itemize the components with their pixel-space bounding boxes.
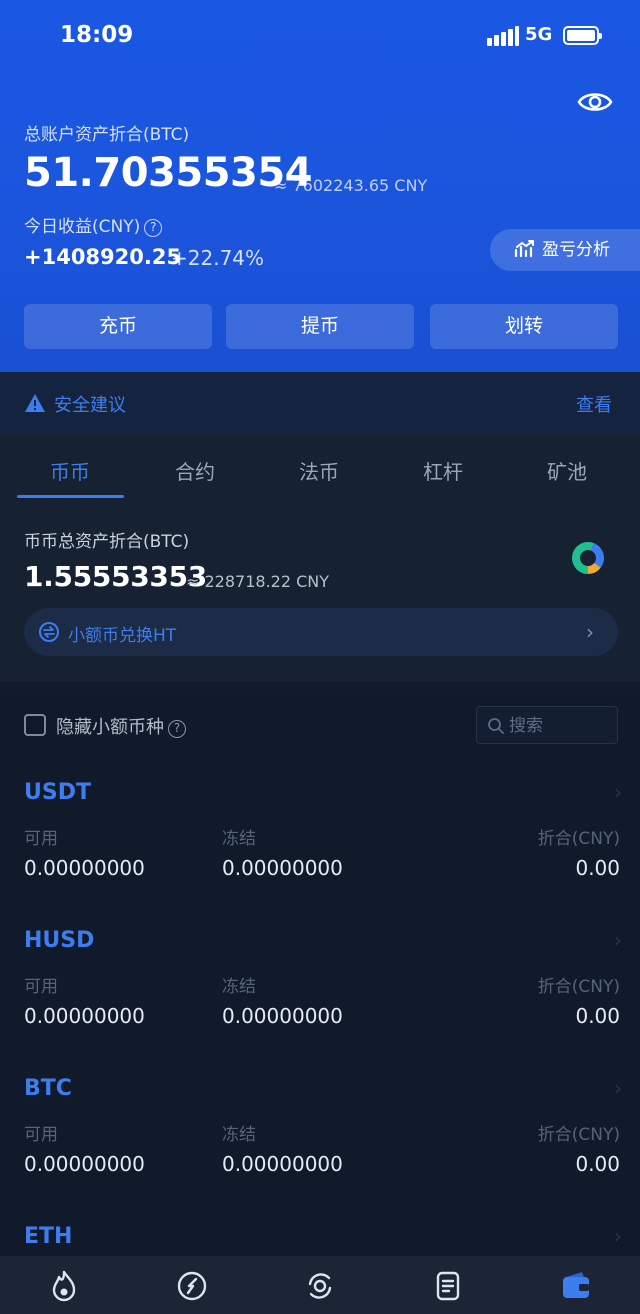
security-view-link[interactable]: 查看: [576, 391, 612, 417]
frozen-label: 冻结: [222, 1125, 256, 1145]
total-assets-value: 51.70355354: [24, 150, 313, 196]
status-bar: 18:09 5G: [0, 0, 640, 72]
chevron-right-icon: ›: [614, 1076, 622, 1100]
chevron-right-icon: ›: [586, 620, 594, 644]
convert-icon: [39, 622, 59, 642]
compass-icon: [177, 1271, 207, 1301]
equiv-value: 0.00: [575, 856, 620, 880]
total-assets-cny: ≈ 7602243.65 CNY: [274, 176, 428, 195]
tab-pool[interactable]: 矿池: [547, 456, 587, 485]
available-label: 可用: [24, 977, 58, 997]
nav-markets[interactable]: [172, 1268, 212, 1314]
frozen-value: 0.00000000: [222, 1004, 343, 1028]
hide-small-label: 隐藏小额币种?: [56, 713, 186, 739]
tab-spot[interactable]: 币币: [50, 456, 90, 485]
withdraw-button[interactable]: 提币: [226, 304, 414, 349]
available-label: 可用: [24, 829, 58, 849]
status-time: 18:09: [60, 22, 134, 48]
available-value: 0.00000000: [24, 1004, 145, 1028]
chart-up-icon: [514, 240, 534, 258]
bottom-tab-bar: [0, 1256, 640, 1314]
available-label: 可用: [24, 1125, 58, 1145]
today-earnings-percent: +22.74%: [171, 246, 265, 270]
battery-icon: [563, 26, 602, 45]
eye-icon[interactable]: [577, 88, 613, 116]
today-earnings-label: 今日收益(CNY)?: [24, 212, 163, 237]
asset-name: USDT: [24, 780, 91, 805]
equiv-label: 折合(CNY): [537, 977, 620, 997]
frozen-label: 冻结: [222, 977, 256, 997]
network-type: 5G: [525, 24, 553, 45]
frozen-value: 0.00000000: [222, 1152, 343, 1176]
spot-assets-label: 币币总资产折合(BTC): [24, 532, 190, 552]
deposit-button[interactable]: 充币: [24, 304, 212, 349]
asset-header: 18:09 5G 总账户资产折合(BTC) 51.70355354 ≈ 7602…: [0, 0, 640, 372]
chevron-right-icon: ›: [614, 780, 622, 804]
nav-orders[interactable]: [428, 1268, 468, 1314]
signal-icon: [487, 26, 519, 46]
today-earnings-value: +1408920.25: [24, 245, 182, 269]
chevron-right-icon: ›: [614, 928, 622, 952]
tab-contract[interactable]: 合约: [175, 456, 215, 485]
asset-list: 隐藏小额币种? USDT › 可用 冻结 折合(CNY) 0.00000000 …: [0, 692, 640, 1256]
asset-name: BTC: [24, 1076, 72, 1101]
asset-row-eth[interactable]: ETH ›: [0, 1224, 640, 1256]
wallet-icon: [563, 1272, 589, 1298]
help-icon[interactable]: ?: [144, 219, 163, 237]
search-icon: [488, 718, 504, 734]
equiv-value: 0.00: [575, 1004, 620, 1028]
warning-icon: [25, 394, 45, 412]
spot-assets-cny: ≈ 228718.22 CNY: [186, 572, 330, 591]
pnl-analysis-label: 盈亏分析: [542, 240, 610, 260]
nav-trade[interactable]: [300, 1268, 340, 1314]
tab-fiat[interactable]: 法币: [299, 456, 339, 485]
small-coin-convert-label: 小额币兑换HT: [68, 626, 177, 646]
hide-small-label-text: 隐藏小额币种: [56, 717, 164, 738]
search-box[interactable]: [476, 706, 618, 744]
nav-assets[interactable]: [556, 1268, 596, 1314]
pie-chart-icon[interactable]: [570, 540, 606, 576]
available-value: 0.00000000: [24, 1152, 145, 1176]
help-icon[interactable]: ?: [168, 720, 186, 738]
available-value: 0.00000000: [24, 856, 145, 880]
frozen-value: 0.00000000: [222, 856, 343, 880]
asset-name: HUSD: [24, 928, 95, 953]
frozen-label: 冻结: [222, 829, 256, 849]
tab-margin[interactable]: 杠杆: [423, 456, 463, 485]
flame-icon: [52, 1270, 76, 1302]
chevron-right-icon: ›: [614, 1224, 622, 1248]
exchange-icon: [308, 1273, 332, 1299]
transfer-button[interactable]: 划转: [430, 304, 618, 349]
asset-row-usdt[interactable]: USDT › 可用 冻结 折合(CNY) 0.00000000 0.000000…: [0, 780, 640, 920]
total-assets-label: 总账户资产折合(BTC): [24, 125, 190, 145]
security-banner[interactable]: 安全建议 查看: [0, 372, 640, 434]
spot-assets-value: 1.55553353: [24, 560, 207, 593]
pnl-analysis-button[interactable]: 盈亏分析: [490, 229, 640, 271]
hide-small-checkbox[interactable]: [24, 714, 46, 736]
document-icon: [436, 1271, 460, 1301]
asset-row-btc[interactable]: BTC › 可用 冻结 折合(CNY) 0.00000000 0.0000000…: [0, 1076, 640, 1216]
equiv-label: 折合(CNY): [537, 829, 620, 849]
active-tab-indicator: [17, 495, 124, 498]
asset-row-husd[interactable]: HUSD › 可用 冻结 折合(CNY) 0.00000000 0.000000…: [0, 928, 640, 1068]
equiv-label: 折合(CNY): [537, 1125, 620, 1145]
asset-name: ETH: [24, 1224, 73, 1249]
search-input[interactable]: [509, 713, 613, 739]
account-overview: 币币 合约 法币 杠杆 矿池 币币总资产折合(BTC) 1.55553353 ≈…: [0, 434, 640, 682]
today-earnings-label-text: 今日收益(CNY): [24, 217, 141, 237]
nav-home[interactable]: [44, 1268, 84, 1314]
security-advice-label: 安全建议: [54, 395, 126, 416]
small-coin-convert-bar[interactable]: 小额币兑换HT ›: [24, 608, 618, 656]
equiv-value: 0.00: [575, 1152, 620, 1176]
